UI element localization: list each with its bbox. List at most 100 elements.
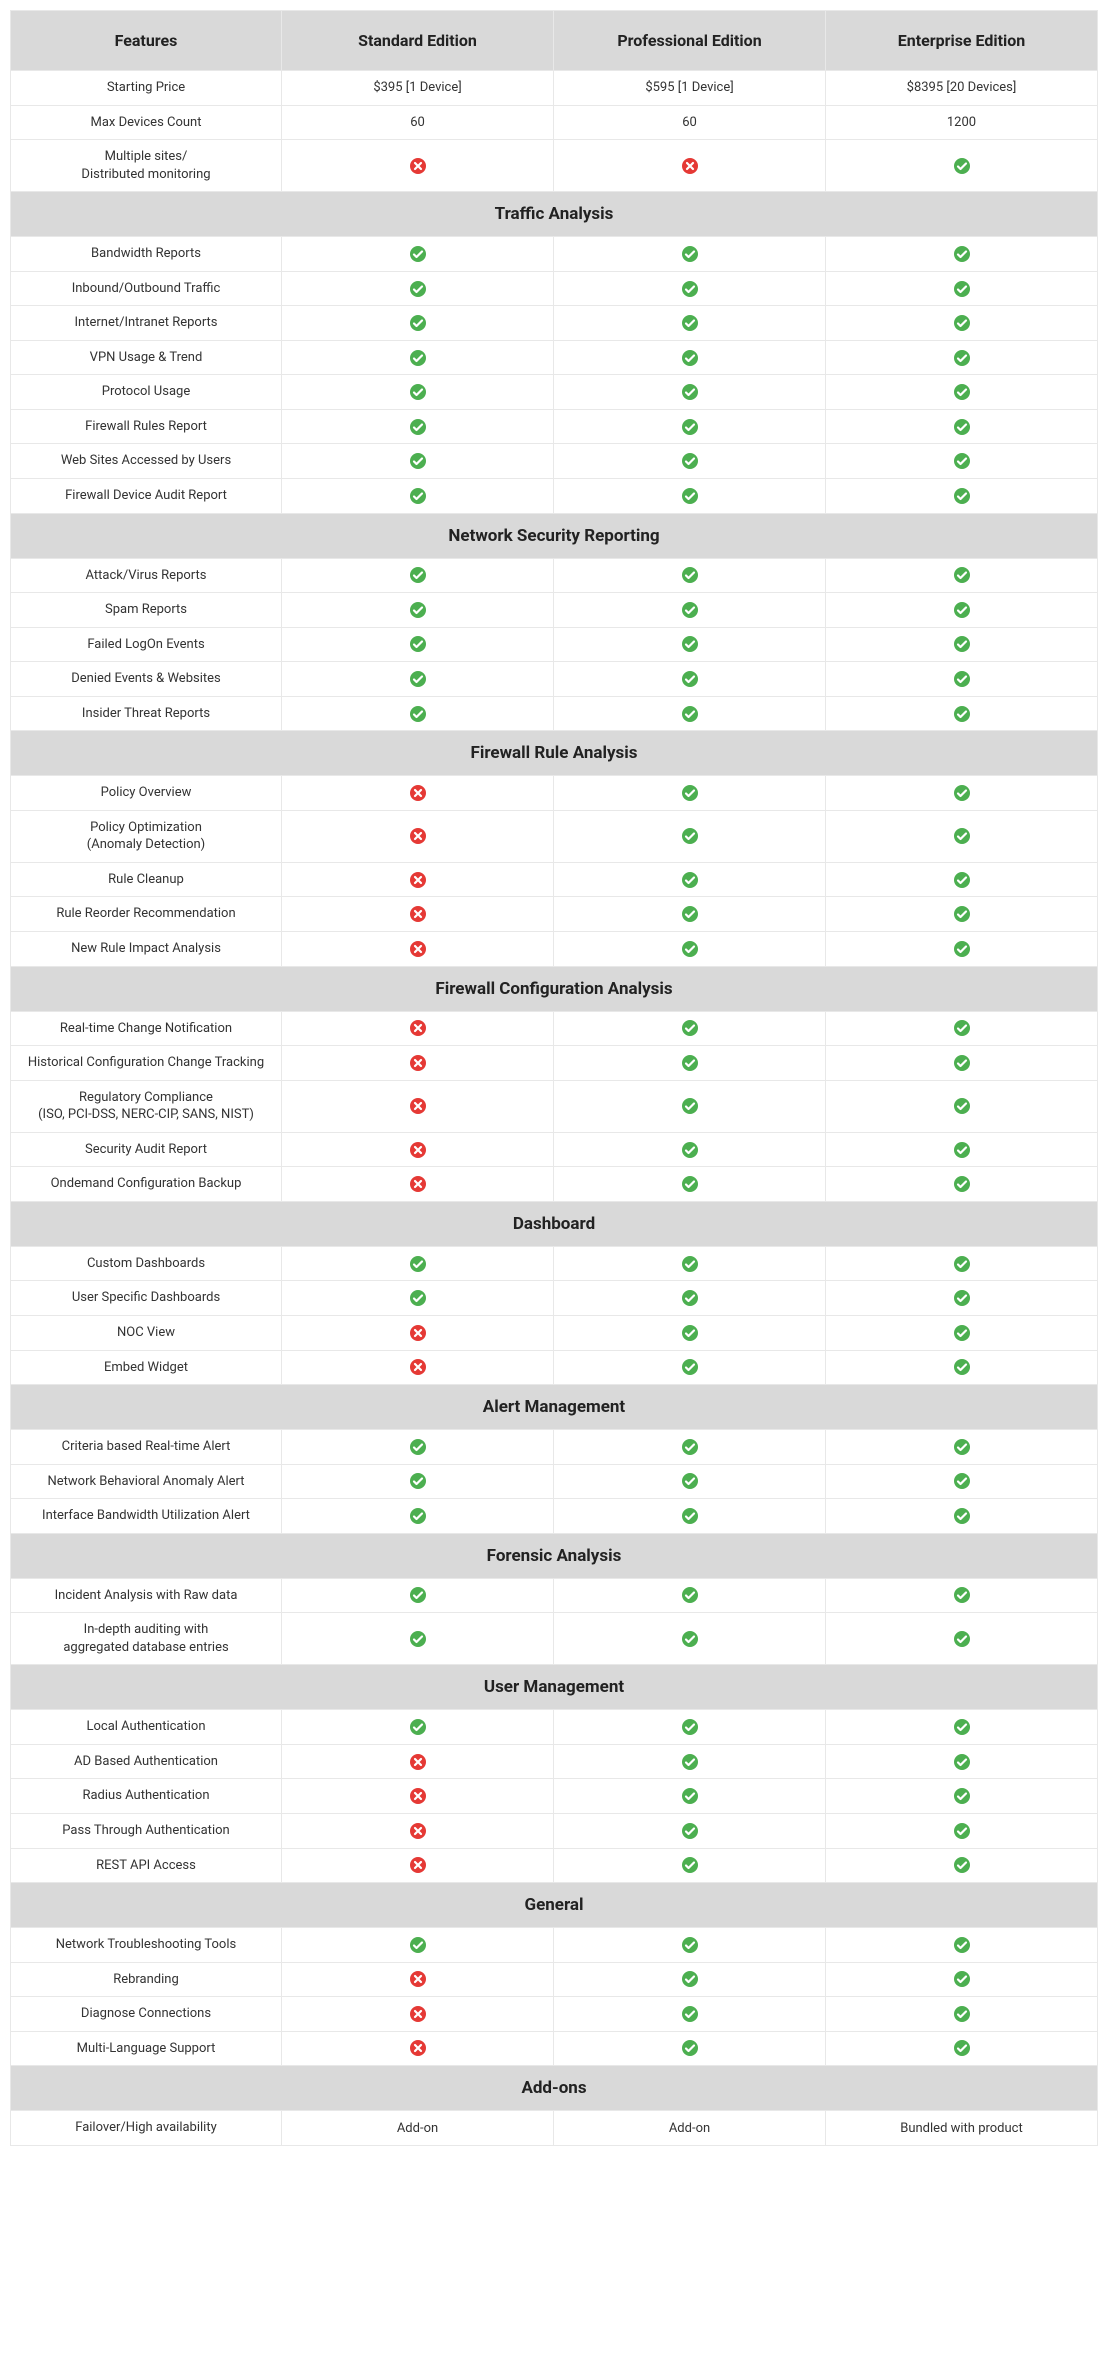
table-cell (554, 306, 826, 341)
table-cell (826, 1779, 1098, 1814)
check-icon (954, 1937, 970, 1953)
table-cell (826, 1963, 1098, 1998)
table-cell (554, 272, 826, 307)
table-cell (282, 375, 554, 410)
check-icon (410, 315, 426, 331)
table-cell (282, 1849, 554, 1884)
table-row: Policy Optimization(Anomaly Detection) (10, 811, 1098, 863)
feature-label: Policy Optimization(Anomaly Detection) (10, 811, 282, 863)
table-cell (826, 776, 1098, 811)
check-icon (682, 315, 698, 331)
feature-label: Interface Bandwidth Utilization Alert (10, 1499, 282, 1534)
table-cell (282, 1465, 554, 1500)
check-icon (410, 488, 426, 504)
table-cell (826, 1351, 1098, 1386)
table-cell (826, 662, 1098, 697)
table-cell (826, 1997, 1098, 2032)
check-icon (682, 2006, 698, 2022)
feature-label: Starting Price (10, 71, 282, 106)
table-cell (554, 1779, 826, 1814)
table-row: User Specific Dashboards (10, 1281, 1098, 1316)
check-icon (682, 671, 698, 687)
table-cell (282, 1928, 554, 1963)
table-cell (826, 1579, 1098, 1614)
cross-icon (410, 1098, 426, 1114)
table-cell: $395 [1 Device] (282, 71, 554, 106)
table-cell (826, 1281, 1098, 1316)
table-cell (554, 375, 826, 410)
table-cell (282, 479, 554, 514)
table-row: AD Based Authentication (10, 1745, 1098, 1780)
table-cell (554, 932, 826, 967)
table-cell (282, 1133, 554, 1168)
check-icon (682, 567, 698, 583)
check-icon (410, 350, 426, 366)
table-cell (826, 1613, 1098, 1665)
feature-label: Multiple sites/Distributed monitoring (10, 140, 282, 192)
table-cell (554, 237, 826, 272)
table-cell (282, 1779, 554, 1814)
table-cell (554, 1351, 826, 1386)
feature-label: In-depth auditing withaggregated databas… (10, 1613, 282, 1665)
table-cell (554, 559, 826, 594)
table-cell (554, 479, 826, 514)
check-icon (954, 2040, 970, 2056)
check-icon (954, 1473, 970, 1489)
table-cell (282, 2032, 554, 2067)
section-title: Firewall Configuration Analysis (10, 967, 1098, 1012)
table-cell (282, 559, 554, 594)
table-cell (554, 410, 826, 445)
feature-label: Rule Reorder Recommendation (10, 897, 282, 932)
table-cell (554, 1745, 826, 1780)
table-cell (826, 897, 1098, 932)
feature-label: New Rule Impact Analysis (10, 932, 282, 967)
feature-label: User Specific Dashboards (10, 1281, 282, 1316)
feature-label: AD Based Authentication (10, 1745, 282, 1780)
check-icon (682, 246, 698, 262)
table-row: Radius Authentication (10, 1779, 1098, 1814)
table-row: In-depth auditing withaggregated databas… (10, 1613, 1098, 1665)
table-cell (826, 1081, 1098, 1133)
table-cell (554, 1430, 826, 1465)
table-cell (282, 1167, 554, 1202)
check-icon (682, 1857, 698, 1873)
table-cell (554, 1997, 826, 2032)
check-icon (410, 1439, 426, 1455)
check-icon (954, 828, 970, 844)
cross-icon (410, 2040, 426, 2056)
check-icon (954, 419, 970, 435)
table-cell (554, 444, 826, 479)
check-icon (682, 2040, 698, 2056)
feature-label: VPN Usage & Trend (10, 341, 282, 376)
check-icon (682, 1256, 698, 1272)
table-cell: 60 (554, 106, 826, 141)
table-cell (554, 1579, 826, 1614)
table-cell (554, 1928, 826, 1963)
table-cell (826, 2032, 1098, 2067)
table-cell (554, 863, 826, 898)
check-icon (410, 706, 426, 722)
section-title: Network Security Reporting (10, 514, 1098, 559)
check-icon (410, 567, 426, 583)
check-icon (954, 281, 970, 297)
check-icon (682, 602, 698, 618)
table-cell (282, 1710, 554, 1745)
table-cell (826, 932, 1098, 967)
table-row: Pass Through Authentication (10, 1814, 1098, 1849)
col-enterprise: Enterprise Edition (826, 10, 1098, 71)
table-cell (554, 662, 826, 697)
table-cell (826, 1247, 1098, 1282)
edition-comparison-table: Features Standard Edition Professional E… (10, 10, 1098, 2146)
table-row: Custom Dashboards (10, 1247, 1098, 1282)
check-icon (410, 671, 426, 687)
feature-label: Web Sites Accessed by Users (10, 444, 282, 479)
table-cell (826, 863, 1098, 898)
table-cell (282, 932, 554, 967)
check-icon (410, 1587, 426, 1603)
table-cell (826, 444, 1098, 479)
table-cell (282, 341, 554, 376)
table-row: Criteria based Real-time Alert (10, 1430, 1098, 1465)
check-icon (954, 1359, 970, 1375)
table-cell (282, 863, 554, 898)
table-row: Embed Widget (10, 1351, 1098, 1386)
